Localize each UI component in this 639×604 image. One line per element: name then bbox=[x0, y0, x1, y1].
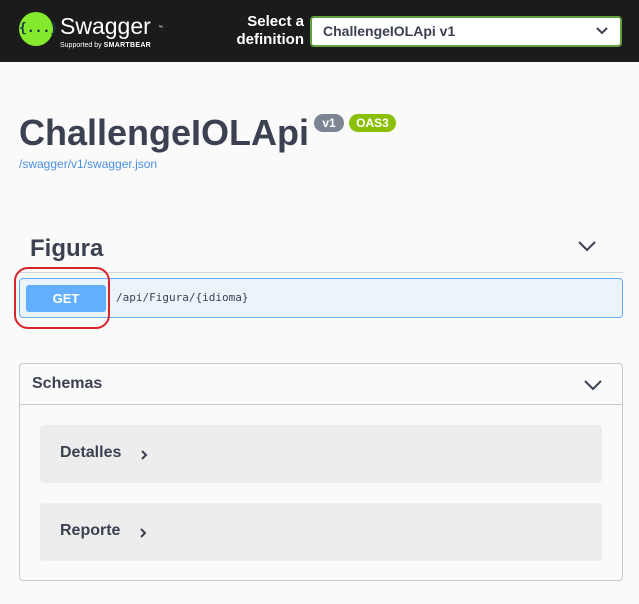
chevron-right-icon bbox=[140, 528, 147, 538]
chevron-down-icon[interactable] bbox=[578, 240, 596, 252]
chevron-down-icon[interactable] bbox=[584, 379, 602, 391]
definition-select[interactable]: ChallengeIOLApi v1 bbox=[310, 16, 622, 47]
model-reporte[interactable]: Reporte bbox=[40, 503, 602, 561]
select-definition-label: Select a definition bbox=[236, 13, 305, 48]
brand-tagline: Supported by SMARTBEAR bbox=[60, 42, 151, 49]
schemas-header[interactable]: Schemas bbox=[20, 364, 622, 405]
api-title: ChallengeIOLApi bbox=[19, 112, 310, 153]
tagline-prefix: Supported by bbox=[60, 42, 102, 49]
model-detalles[interactable]: Detalles bbox=[40, 425, 602, 483]
tagline-brand: SMARTBEAR bbox=[103, 42, 152, 49]
operation-path: /api/Figura/{idioma} bbox=[116, 291, 249, 304]
tag-section-header[interactable]: Figura bbox=[19, 227, 623, 273]
schemas-title: Schemas bbox=[32, 375, 103, 392]
brand-name: Swagger bbox=[60, 13, 151, 39]
chevron-right-icon bbox=[141, 450, 148, 460]
oas-badge: OAS3 bbox=[349, 114, 396, 132]
spec-url-link[interactable]: /swagger/v1/swagger.json bbox=[19, 157, 157, 171]
schemas-section: Schemas Detalles Reporte bbox=[19, 363, 623, 581]
model-name: Reporte bbox=[60, 522, 121, 539]
swagger-logo-icon: {...} bbox=[19, 12, 58, 46]
tag-name: Figura bbox=[30, 235, 104, 262]
topbar: {...} Swagger ™ Supported by SMARTBEAR S… bbox=[0, 0, 639, 62]
swagger-logo[interactable]: {...} Swagger ™ Supported by SMARTBEAR bbox=[19, 12, 169, 54]
model-name: Detalles bbox=[60, 444, 122, 461]
highlight-annotation bbox=[14, 267, 110, 329]
brand-trademark: ™ bbox=[158, 25, 163, 31]
chevron-down-icon bbox=[596, 27, 608, 35]
definition-select-value: ChallengeIOLApi v1 bbox=[323, 23, 456, 39]
version-badge: v1 bbox=[314, 114, 344, 132]
